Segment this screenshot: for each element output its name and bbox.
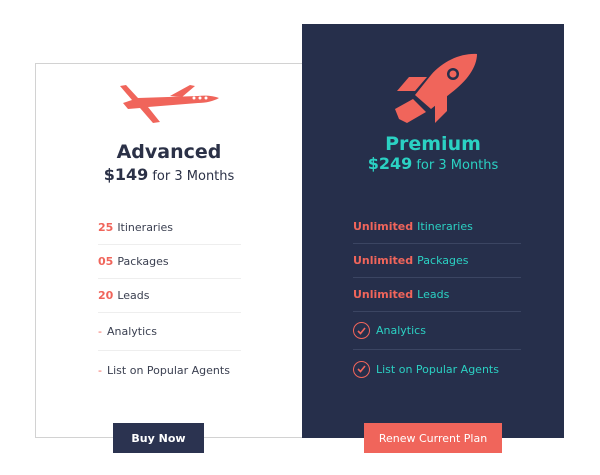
feature-label: Analytics — [106, 325, 157, 338]
feature-packages: Unlimited Packages — [353, 244, 521, 278]
feature-count: Unlimited — [353, 254, 414, 267]
plan-price: $249 for 3 Months — [302, 154, 564, 173]
premium-plan-card: Premium $249 for 3 Months Unlimited Itin… — [302, 24, 564, 438]
renew-plan-button[interactable]: Renew Current Plan — [364, 423, 502, 453]
plan-name: Advanced — [116, 141, 222, 163]
feature-count: Unlimited — [353, 220, 414, 233]
airplane-icon — [120, 85, 219, 123]
feature-popular-agents: List on Popular Agents — [353, 350, 521, 388]
feature-dash: - — [98, 325, 102, 338]
buy-now-button[interactable]: Buy Now — [113, 423, 204, 453]
feature-label: Packages — [117, 255, 169, 268]
feature-label: Leads — [417, 288, 450, 301]
feature-label: List on Popular Agents — [106, 363, 230, 377]
price-amount: $249 — [367, 154, 413, 173]
feature-label: Itineraries — [117, 221, 174, 234]
feature-count: 20 — [98, 289, 114, 302]
feature-label: Analytics — [376, 324, 426, 337]
feature-analytics: - Analytics — [98, 313, 241, 351]
feature-label: Packages — [417, 254, 469, 267]
price-period: for 3 Months — [152, 169, 235, 184]
plan-price: $149 for 3 Months — [36, 165, 302, 184]
feature-label: List on Popular Agents — [376, 362, 499, 376]
price-amount: $149 — [103, 165, 149, 184]
feature-packages: 05 Packages — [98, 245, 241, 279]
feature-popular-agents: - List on Popular Agents — [98, 351, 241, 389]
check-circle-icon — [353, 322, 370, 339]
feature-dash: - — [98, 363, 102, 377]
price-period: for 3 Months — [416, 158, 499, 173]
advanced-plan-card: Advanced $149 for 3 Months 25 Itinerarie… — [35, 63, 303, 438]
feature-count: 05 — [98, 255, 114, 268]
check-circle-icon — [353, 360, 370, 378]
feature-itineraries: 25 Itineraries — [98, 211, 241, 245]
feature-itineraries: Unlimited Itineraries — [353, 210, 521, 244]
rocket-icon — [395, 53, 477, 123]
feature-count: Unlimited — [353, 288, 414, 301]
feature-count: 25 — [98, 221, 114, 234]
feature-list: 25 Itineraries 05 Packages 20 Leads - An… — [98, 211, 241, 389]
feature-label: Leads — [117, 289, 150, 302]
plan-name: Premium — [385, 133, 481, 155]
feature-label: Itineraries — [417, 220, 473, 233]
feature-leads: 20 Leads — [98, 279, 241, 313]
feature-analytics: Analytics — [353, 312, 521, 350]
feature-list: Unlimited Itineraries Unlimited Packages… — [353, 210, 521, 388]
feature-leads: Unlimited Leads — [353, 278, 521, 312]
